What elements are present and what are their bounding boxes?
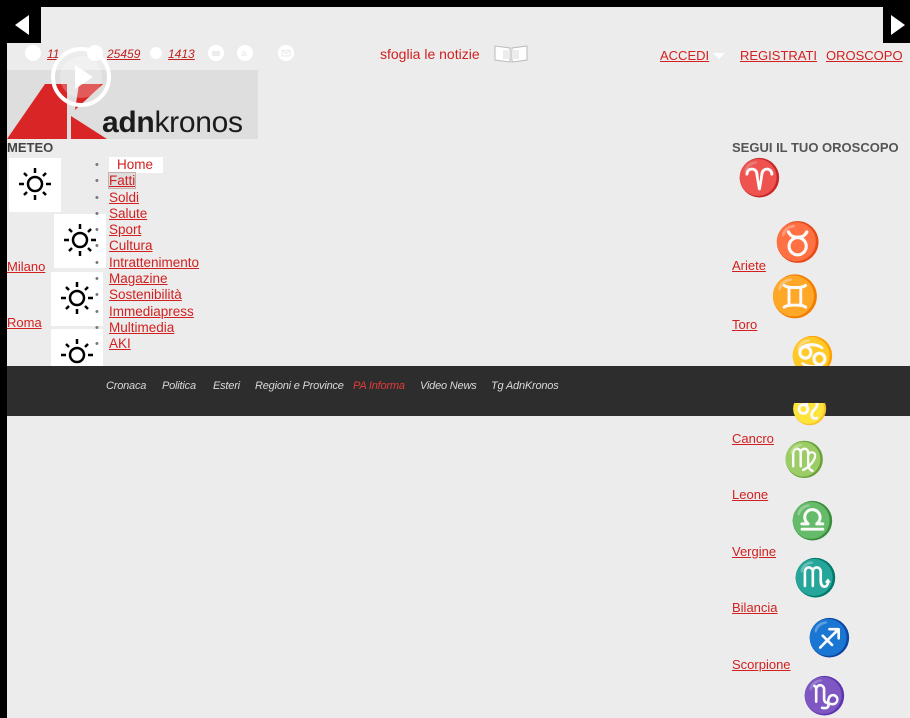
- triangle-left-icon: [15, 15, 29, 35]
- menu-item-intrattenimento[interactable]: Intrattenimento: [95, 255, 199, 272]
- leo-icon: ♌: [791, 403, 829, 427]
- logo-brand-bold: adn: [102, 106, 155, 139]
- category-pa-informa[interactable]: PA Informa: [353, 380, 405, 392]
- linkedin-icon[interactable]: [150, 47, 162, 59]
- capricorn-icon: ♑: [802, 675, 847, 717]
- menu-item-immediapress[interactable]: Immediapress: [95, 304, 199, 321]
- triangle-right-icon: [891, 15, 905, 35]
- sfoglia-notizie-link[interactable]: sfoglia le notizie: [380, 46, 480, 62]
- menu-item-salute[interactable]: Salute: [95, 206, 199, 223]
- previous-arrow-button[interactable]: [7, 7, 41, 43]
- gemini-icon: ♊: [770, 273, 820, 320]
- category-regioni-province[interactable]: Regioni e Province: [255, 380, 344, 392]
- play-icon[interactable]: [49, 45, 113, 109]
- sign-link-vergine[interactable]: Vergine: [732, 544, 776, 559]
- page: 11 25459 1413 sfoglia le notizie ACCEDI …: [7, 7, 910, 718]
- menu-item-aki[interactable]: AKI: [95, 336, 199, 353]
- virgo-icon: ♍: [783, 440, 826, 480]
- libra-icon: ♎: [790, 500, 835, 542]
- youtube-icon[interactable]: [208, 45, 224, 61]
- menu-item-magazine[interactable]: Magazine: [95, 271, 199, 288]
- scorpio-icon: ♏: [793, 557, 838, 599]
- sign-link-cancro[interactable]: Cancro: [732, 431, 774, 446]
- sign-link-scorpione[interactable]: Scorpione: [732, 657, 791, 672]
- category-bar: Cronaca Politica Esteri Regioni e Provin…: [7, 366, 910, 416]
- adnkronos-logo[interactable]: adnkronos: [7, 70, 258, 139]
- linkedin-count[interactable]: 1413: [168, 47, 195, 61]
- taurus-icon: ♉: [774, 219, 822, 264]
- city-link-roma[interactable]: Roma: [7, 315, 42, 330]
- book-icon[interactable]: [493, 44, 529, 64]
- category-cronaca[interactable]: Cronaca: [106, 380, 146, 392]
- top-bar: 11 25459 1413 sfoglia le notizie ACCEDI …: [7, 41, 910, 69]
- menu-item-fatti[interactable]: Fatti: [95, 172, 199, 190]
- menu-item-home[interactable]: Home: [95, 157, 199, 174]
- aries-icon: ♈: [737, 157, 782, 199]
- sun-icon: [9, 158, 61, 212]
- city-link-milano[interactable]: Milano: [7, 259, 45, 274]
- facebook-icon[interactable]: [25, 45, 41, 61]
- meteo-title: METEO: [7, 140, 54, 155]
- main-menu: Home Fatti Soldi Salute Sport Cultura In…: [95, 157, 199, 353]
- sign-link-ariete[interactable]: Ariete: [732, 258, 766, 273]
- menu-item-soldi[interactable]: Soldi: [95, 190, 199, 207]
- category-esteri[interactable]: Esteri: [213, 380, 240, 392]
- oroscopo-title: SEGUI IL TUO OROSCOPO: [732, 140, 899, 155]
- next-arrow-button[interactable]: [883, 7, 910, 43]
- sign-link-toro[interactable]: Toro: [732, 317, 757, 332]
- category-tg-adnkronos[interactable]: Tg AdnKronos: [491, 380, 559, 392]
- menu-item-multimedia[interactable]: Multimedia: [95, 320, 199, 337]
- menu-item-sostenibilita[interactable]: Sostenibilità: [95, 287, 199, 304]
- category-video-news[interactable]: Video News: [420, 380, 477, 392]
- logo-brand-light: kronos: [154, 106, 243, 139]
- menu-item-cultura[interactable]: Cultura: [95, 238, 199, 255]
- sagittarius-icon: ♐: [807, 617, 852, 659]
- registrati-link[interactable]: REGISTRATI: [740, 48, 817, 63]
- category-politica[interactable]: Politica: [162, 380, 196, 392]
- mail-icon[interactable]: [278, 45, 294, 61]
- sign-link-leone[interactable]: Leone: [732, 487, 768, 502]
- rss-icon[interactable]: [237, 45, 253, 61]
- sign-link-bilancia[interactable]: Bilancia: [732, 600, 778, 615]
- cancer-icon: ♋: [790, 335, 835, 366]
- accedi-link[interactable]: ACCEDI: [660, 48, 709, 63]
- oroscopo-link[interactable]: OROSCOPO: [826, 48, 903, 63]
- menu-item-sport[interactable]: Sport: [95, 222, 199, 239]
- chevron-down-icon[interactable]: [713, 53, 725, 59]
